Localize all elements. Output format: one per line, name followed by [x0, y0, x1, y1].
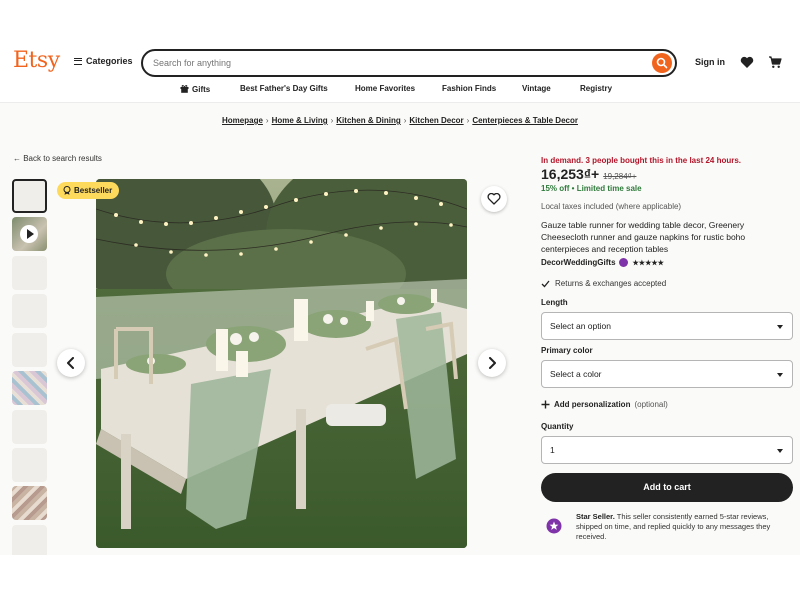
dropdown-caret-icon: [777, 325, 783, 329]
nav-vintage[interactable]: Vintage: [522, 84, 551, 93]
thumbnail-9[interactable]: [12, 486, 47, 520]
length-label: Length: [541, 298, 568, 307]
sign-in-link[interactable]: Sign in: [695, 57, 725, 67]
original-price: 19,284₫+: [603, 172, 637, 181]
demand-notice: In demand. 3 people bought this in the l…: [541, 156, 742, 165]
shop-info: DecorWeddingGifts ★★★★★: [541, 258, 664, 267]
personalization-label: Add personalization: [554, 400, 631, 409]
thumbnail-6[interactable]: [12, 371, 47, 405]
thumbnail-1[interactable]: [12, 179, 47, 213]
previous-image-button[interactable]: [57, 349, 85, 377]
header: Etsy Categories Sign in: [0, 45, 800, 81]
play-icon: [20, 225, 38, 243]
shop-name-link[interactable]: DecorWeddingGifts: [541, 258, 616, 267]
next-image-button[interactable]: [478, 349, 506, 377]
chevron-right-icon: ›: [330, 116, 334, 125]
etsy-logo[interactable]: Etsy: [13, 48, 60, 73]
dropdown-caret-icon: [777, 373, 783, 377]
thumbnail-4[interactable]: [12, 294, 47, 328]
bestseller-label: Bestseller: [74, 186, 113, 195]
price-row: 16,253₫+ 19,284₫+: [541, 166, 636, 182]
search-button[interactable]: [652, 53, 672, 73]
thumbnail-video[interactable]: [12, 217, 47, 251]
chevron-right-icon: ›: [265, 116, 269, 125]
quantity-select[interactable]: 1: [541, 436, 793, 464]
length-select-value: Select an option: [550, 321, 611, 331]
nav-gifts[interactable]: Gifts: [180, 84, 210, 94]
thumbnail-7[interactable]: [12, 410, 47, 444]
thumbnail-8[interactable]: [12, 448, 47, 482]
favorite-button[interactable]: [481, 186, 507, 212]
listing-title: Gauze table runner for wedding table dec…: [541, 220, 746, 254]
breadcrumb-kitchen-dining[interactable]: Kitchen & Dining: [336, 116, 400, 125]
rating-stars[interactable]: ★★★★★: [633, 259, 664, 267]
wedding-table-photo: [96, 179, 467, 548]
add-personalization-button[interactable]: Add personalization (optional): [541, 400, 668, 409]
categories-button[interactable]: Categories: [74, 56, 133, 66]
taxes-note: Local taxes included (where applicable): [541, 202, 682, 211]
quantity-label: Quantity: [541, 422, 574, 431]
page: Etsy Categories Sign in: [0, 45, 800, 555]
dropdown-caret-icon: [777, 449, 783, 453]
chevron-right-icon: ›: [466, 116, 470, 125]
color-label: Primary color: [541, 346, 593, 355]
heart-outline-icon: [487, 193, 501, 205]
star-seller-info: Star Seller. This seller consistently ea…: [576, 512, 794, 542]
length-select[interactable]: Select an option: [541, 312, 793, 340]
nav-fathers-day[interactable]: Best Father's Day Gifts: [240, 84, 328, 93]
chevron-right-icon: [489, 357, 496, 369]
search-input[interactable]: [153, 51, 633, 75]
favorites-heart-icon[interactable]: [740, 56, 754, 69]
nav-gifts-label: Gifts: [192, 85, 211, 94]
product-image[interactable]: [96, 179, 467, 548]
price: 16,253₫+: [541, 166, 600, 182]
menu-icon: [74, 57, 82, 65]
medal-icon: [63, 186, 71, 195]
checkmark-icon: [541, 280, 550, 287]
plus-icon: [541, 400, 550, 409]
breadcrumb-kitchen-decor[interactable]: Kitchen Decor: [409, 116, 463, 125]
thumbnail-5[interactable]: [12, 333, 47, 367]
returns-info: Returns & exchanges accepted: [541, 279, 666, 288]
breadcrumb: Homepage › Home & Living › Kitchen & Dining ›…: [0, 116, 800, 125]
back-to-search-link[interactable]: ← Back to search results: [13, 154, 102, 163]
add-to-cart-button[interactable]: Add to cart: [541, 473, 793, 502]
cart-icon[interactable]: [768, 55, 782, 69]
search-icon: [656, 57, 668, 69]
returns-label: Returns & exchanges accepted: [555, 279, 667, 288]
chevron-left-icon: [67, 357, 74, 369]
breadcrumb-home-living[interactable]: Home & Living: [272, 116, 328, 125]
nav-fashion-finds[interactable]: Fashion Finds: [442, 84, 496, 93]
gift-icon: [180, 85, 189, 93]
nav-registry[interactable]: Registry: [580, 84, 612, 93]
star-seller-title: Star Seller.: [576, 512, 615, 521]
star-seller-icon: [546, 518, 562, 534]
search-bar: [141, 49, 677, 77]
breadcrumb-homepage[interactable]: Homepage: [222, 116, 263, 125]
chevron-right-icon: ›: [403, 116, 407, 125]
categories-label: Categories: [86, 56, 133, 66]
thumbnail-3[interactable]: [12, 256, 47, 290]
color-select-value: Select a color: [550, 369, 602, 379]
star-seller-badge-icon: [618, 258, 628, 267]
nav-home-favorites[interactable]: Home Favorites: [355, 84, 415, 93]
category-nav: Gifts Best Father's Day Gifts Home Favor…: [0, 81, 800, 103]
discount-text: 15% off • Limited time sale: [541, 184, 642, 193]
quantity-select-value: 1: [550, 445, 555, 455]
bestseller-badge: Bestseller: [57, 182, 120, 199]
personalization-optional: (optional): [634, 400, 668, 409]
breadcrumb-centerpieces[interactable]: Centerpieces & Table Decor: [472, 116, 578, 125]
thumbnail-10[interactable]: [12, 525, 47, 555]
color-select[interactable]: Select a color: [541, 360, 793, 388]
